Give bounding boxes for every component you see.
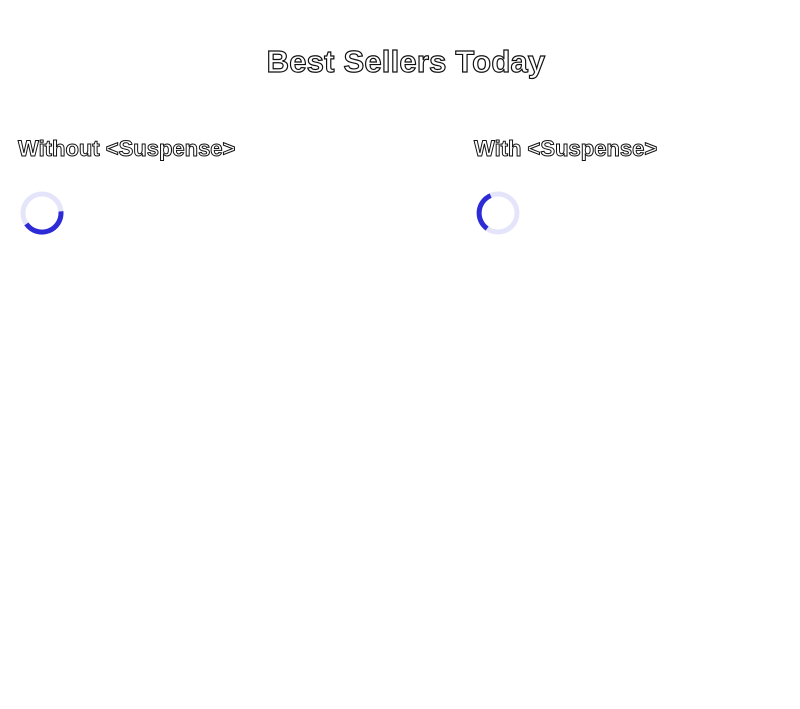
loading-spinner-icon	[476, 191, 520, 235]
column-heading: Without <Suspense>	[18, 136, 236, 162]
column-without-suspense: Without <Suspense>	[18, 134, 348, 235]
column-heading: With <Suspense>	[474, 136, 658, 162]
loading-spinner-icon	[20, 191, 64, 235]
column-with-suspense: With <Suspense>	[474, 134, 800, 235]
page-title: Best Sellers Today	[266, 43, 546, 79]
